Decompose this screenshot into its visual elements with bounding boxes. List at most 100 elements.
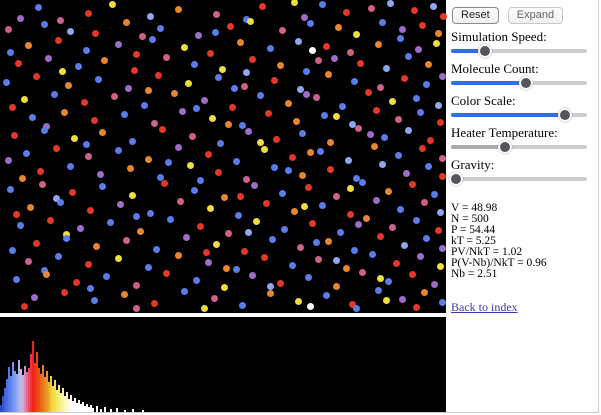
molecule-dot: [201, 97, 208, 104]
slider-heater-temperature[interactable]: [451, 140, 587, 154]
molecule-dot: [339, 103, 346, 110]
molecule-dot: [65, 82, 72, 89]
molecule-dot: [133, 51, 140, 58]
molecule-dot: [212, 29, 219, 36]
molecule-dot: [43, 271, 50, 278]
molecule-dot: [403, 170, 410, 177]
molecule-dot: [347, 49, 354, 56]
slider-label: Color Scale:: [451, 93, 516, 108]
molecule-dot: [419, 22, 426, 29]
slider-thumb[interactable]: [518, 76, 533, 90]
molecule-dot: [351, 247, 358, 254]
molecule-dot: [235, 212, 242, 219]
button-row: Reset Expand: [447, 0, 598, 29]
molecule-dot: [289, 262, 296, 269]
molecule-dot: [11, 132, 18, 139]
simulation-canvas[interactable]: [0, 0, 447, 313]
molecule-dot: [159, 126, 166, 133]
molecule-dot: [151, 300, 158, 307]
molecule-dot: [193, 277, 200, 284]
molecule-dot: [359, 269, 366, 276]
molecule-dot: [409, 181, 416, 188]
molecule-dot: [213, 241, 220, 248]
molecule-dot: [55, 253, 62, 260]
expand-button[interactable]: Expand: [507, 7, 564, 24]
molecule-dot: [277, 62, 284, 69]
molecule-dot: [45, 55, 52, 62]
molecule-dot: [309, 220, 316, 227]
molecule-dot: [107, 219, 114, 226]
molecule-dot: [219, 66, 226, 73]
slider-thumb[interactable]: [449, 172, 464, 186]
molecule-dot: [221, 284, 228, 291]
molecule-dot: [393, 260, 400, 267]
slider-color-scale[interactable]: [451, 108, 587, 122]
molecule-dot: [211, 295, 218, 302]
molecule-dot: [145, 264, 152, 271]
reset-button[interactable]: Reset: [452, 7, 499, 24]
molecule-dot: [21, 303, 28, 310]
molecule-dot: [395, 116, 402, 123]
molecule-dot: [321, 112, 328, 119]
molecule-dot: [305, 184, 312, 191]
molecule-dot: [347, 185, 354, 192]
slider-thumb[interactable]: [558, 108, 573, 122]
molecule-dot: [39, 181, 46, 188]
slider-molecule-count[interactable]: [451, 76, 587, 90]
molecule-dot: [417, 109, 424, 116]
slider-fill: [451, 81, 526, 85]
molecule-dot: [297, 244, 304, 251]
slider-stack: Simulation Speed: Molecule Count: Color …: [447, 29, 598, 186]
molecule-dot: [431, 191, 438, 198]
molecule-dot: [277, 280, 284, 287]
molecule-dot: [251, 182, 258, 189]
molecule-dot: [239, 302, 246, 309]
molecule-dot: [209, 115, 216, 122]
molecule-dot: [373, 107, 380, 114]
molecule-dot: [337, 229, 344, 236]
molecule-dot: [289, 154, 296, 161]
molecule-dot: [243, 176, 250, 183]
molecule-dot: [53, 145, 60, 152]
molecule-dot: [37, 168, 44, 175]
molecule-dot: [15, 60, 22, 67]
molecule-dot: [87, 207, 94, 214]
slider-thumb[interactable]: [478, 44, 492, 58]
molecule-dot: [93, 243, 100, 250]
molecule-dot: [327, 166, 334, 173]
molecule-dot: [171, 90, 178, 97]
molecule-dot: [225, 230, 232, 237]
molecule-dot: [147, 13, 154, 20]
slider-thumb[interactable]: [498, 140, 513, 154]
molecule-dot: [327, 139, 334, 146]
molecule-dot: [85, 10, 92, 17]
slider-label: Molecule Count:: [451, 61, 539, 76]
molecule-dot: [369, 251, 376, 258]
molecule-dot: [279, 27, 286, 34]
back-to-index-link[interactable]: Back to index: [451, 300, 518, 314]
molecule-dot: [333, 257, 340, 264]
molecule-dot: [127, 165, 134, 172]
molecule-dot: [157, 25, 164, 32]
molecule-dot: [35, 4, 42, 11]
slider-track[interactable]: [451, 177, 587, 181]
molecule-dot: [133, 305, 140, 312]
molecule-dot: [301, 14, 308, 21]
molecule-dot: [215, 169, 222, 176]
molecule-dot: [319, 1, 326, 8]
slider-simulation-speed[interactable]: [451, 44, 587, 58]
molecule-dot: [261, 146, 268, 153]
molecule-dot: [313, 239, 320, 246]
molecule-dot: [295, 38, 302, 45]
slider-gravity[interactable]: [449, 172, 587, 186]
molecule-dot: [379, 19, 386, 26]
molecule-dot: [279, 190, 286, 197]
molecule-dot: [83, 141, 90, 148]
molecule-dot: [385, 188, 392, 195]
molecule-dot: [437, 119, 444, 126]
molecule-dot: [41, 127, 48, 134]
molecule-dot: [425, 163, 432, 170]
molecule-dot: [193, 105, 200, 112]
molecule-dot: [149, 36, 156, 43]
molecule-dot: [7, 186, 14, 193]
